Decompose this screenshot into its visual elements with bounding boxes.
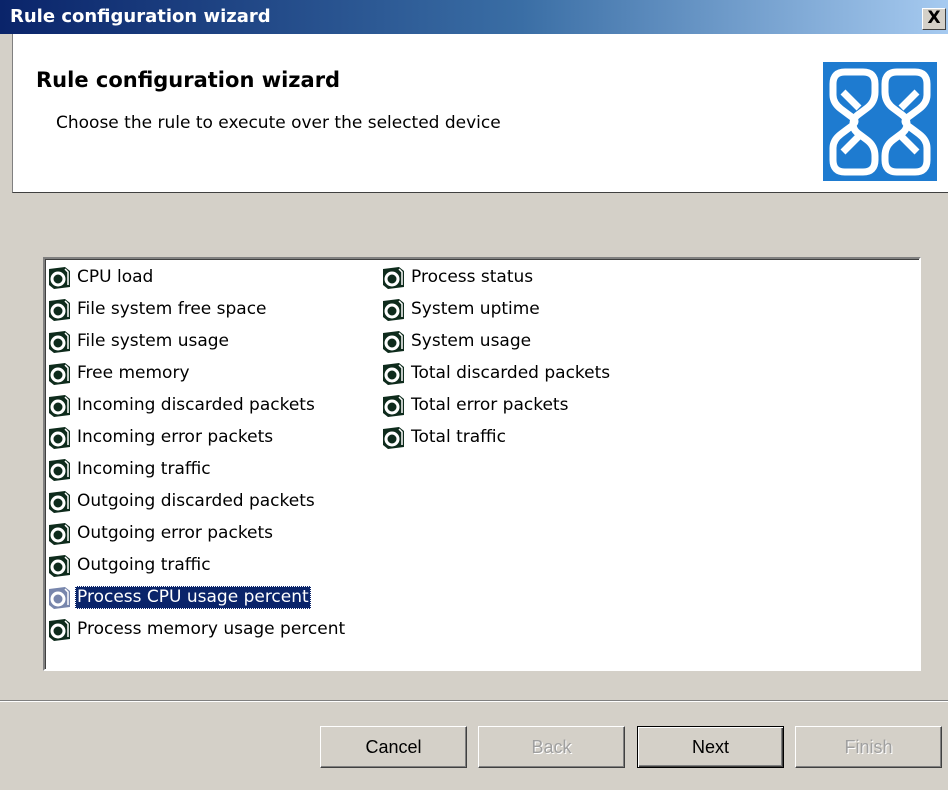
rule-label: Outgoing discarded packets — [77, 491, 315, 511]
list-item[interactable]: Total error packets — [380, 392, 570, 419]
list-item[interactable]: Process memory usage percent — [46, 616, 347, 643]
rule-label: File system free space — [77, 299, 267, 319]
cancel-button[interactable]: Cancel — [320, 726, 467, 768]
rule-label: Incoming traffic — [77, 459, 211, 479]
rule-icon — [49, 586, 70, 609]
rule-label: Total error packets — [411, 395, 569, 415]
rule-icon — [49, 394, 70, 417]
title-bar[interactable]: Rule configuration wizard X — [0, 0, 948, 34]
list-item[interactable]: Total traffic — [380, 424, 508, 451]
header-title: Rule configuration wizard — [36, 68, 341, 92]
list-item[interactable]: Free memory — [46, 360, 192, 387]
button-separator — [0, 700, 948, 702]
list-item[interactable]: Total discarded packets — [380, 360, 612, 387]
rule-label: Incoming discarded packets — [77, 395, 315, 415]
rule-icon — [383, 266, 404, 289]
rule-icon — [49, 266, 70, 289]
rule-list-frame: CPU load File system free space File sys… — [45, 259, 919, 669]
rule-label: Total traffic — [411, 427, 506, 447]
list-item[interactable]: Outgoing traffic — [46, 552, 213, 579]
rule-label: System usage — [411, 331, 532, 351]
rule-label: System uptime — [411, 299, 540, 319]
rule-icon — [49, 618, 70, 641]
rule-label: Outgoing traffic — [77, 555, 211, 575]
finish-button[interactable]: Finish — [795, 726, 942, 768]
list-item[interactable]: File system usage — [46, 328, 231, 355]
next-button[interactable]: Next — [637, 726, 784, 768]
knot-logo-icon — [823, 62, 937, 181]
rule-icon — [49, 362, 70, 385]
rule-label: Process CPU usage percent — [75, 586, 311, 609]
rule-label: Process status — [411, 267, 534, 287]
rule-label: Total discarded packets — [411, 363, 611, 383]
window-title: Rule configuration wizard — [10, 6, 271, 27]
list-item[interactable]: CPU load — [46, 264, 155, 291]
rule-icon — [49, 522, 70, 545]
wizard-header: Rule configuration wizard Choose the rul… — [12, 34, 948, 193]
list-item[interactable]: Outgoing discarded packets — [46, 488, 317, 515]
rule-icon — [49, 554, 70, 577]
list-item[interactable]: System usage — [380, 328, 533, 355]
rule-icon — [49, 426, 70, 449]
rule-icon — [49, 298, 70, 321]
list-item[interactable]: Process status — [380, 264, 535, 291]
list-item[interactable]: Outgoing error packets — [46, 520, 275, 547]
rule-icon — [49, 490, 70, 513]
rule-icon — [383, 394, 404, 417]
rule-icon — [383, 362, 404, 385]
rule-icon — [383, 426, 404, 449]
rule-label: CPU load — [77, 267, 154, 287]
list-item[interactable]: Incoming discarded packets — [46, 392, 317, 419]
rule-label: Outgoing error packets — [77, 523, 274, 543]
rule-list[interactable]: CPU load File system free space File sys… — [43, 257, 921, 671]
back-button[interactable]: Back — [478, 726, 625, 768]
rule-label: Incoming error packets — [77, 427, 274, 447]
rule-icon — [49, 330, 70, 353]
list-item-selected[interactable]: Process CPU usage percent — [46, 584, 311, 611]
list-item[interactable]: Incoming traffic — [46, 456, 213, 483]
list-item[interactable]: System uptime — [380, 296, 542, 323]
rule-icon — [49, 458, 70, 481]
wizard-window: Rule configuration wizard X Rule configu… — [0, 0, 948, 790]
rule-label: Free memory — [77, 363, 190, 383]
list-item[interactable]: File system free space — [46, 296, 269, 323]
header-subtitle: Choose the rule to execute over the sele… — [56, 113, 501, 133]
rule-label: File system usage — [77, 331, 230, 351]
rule-label: Process memory usage percent — [77, 619, 346, 639]
list-item[interactable]: Incoming error packets — [46, 424, 275, 451]
rule-icon — [383, 298, 404, 321]
close-button[interactable]: X — [922, 8, 946, 30]
rule-icon — [383, 330, 404, 353]
